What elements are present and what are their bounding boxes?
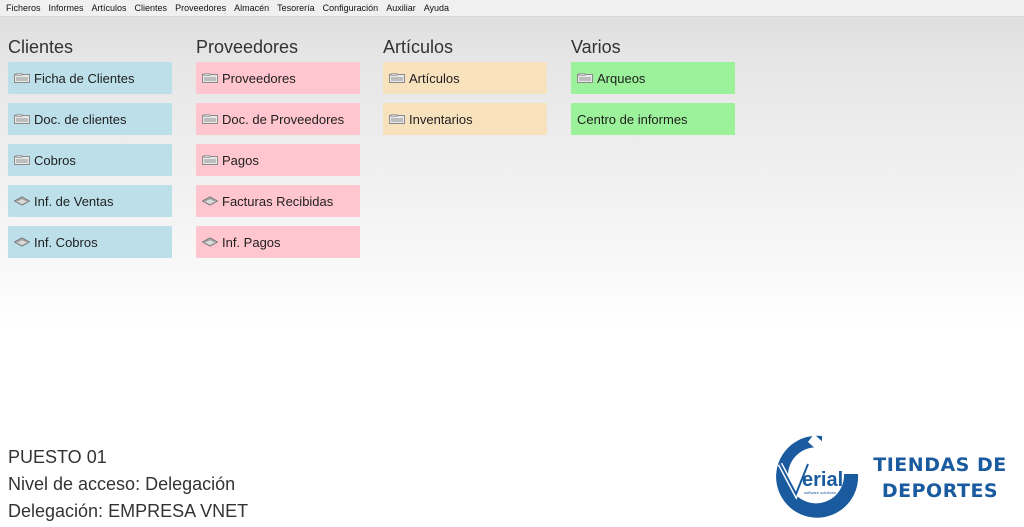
- tile-label: Inf. Pagos: [222, 234, 281, 250]
- session-info: PUESTO 01 Nivel de acceso: Delegación De…: [8, 444, 248, 525]
- nivel-acceso-label: Nivel de acceso: Delegación: [8, 474, 236, 494]
- folder-icon: [14, 155, 30, 165]
- report-icon: [14, 196, 30, 206]
- tile-inventarios[interactable]: Inventarios: [383, 103, 547, 135]
- folder-icon: [202, 155, 218, 165]
- report-icon: [202, 237, 218, 247]
- menu-bar: Ficheros Informes Artículos Clientes Pro…: [0, 0, 1024, 17]
- logo-tagline: software solutions: [804, 490, 836, 495]
- group-title-varios: Varios: [571, 37, 621, 57]
- tile-label: Inf. de Ventas: [34, 193, 114, 209]
- tile-label: Centro de informes: [577, 111, 688, 127]
- menu-articulos[interactable]: Artículos: [89, 0, 132, 17]
- tile-proveedores[interactable]: Proveedores: [196, 62, 360, 94]
- tile-articulos[interactable]: Artículos: [383, 62, 547, 94]
- folder-icon: [14, 114, 30, 124]
- puesto-label: PUESTO 01: [8, 447, 107, 467]
- tile-inf-pagos[interactable]: Inf. Pagos: [196, 226, 360, 258]
- group-title-clientes: Clientes: [8, 37, 74, 57]
- tile-doc-clientes[interactable]: Doc. de clientes: [8, 103, 172, 135]
- tile-doc-proveedores[interactable]: Doc. de Proveedores: [196, 103, 360, 135]
- verial-logo-graphic: erial software solutions: [776, 434, 859, 518]
- tile-label: Artículos: [409, 70, 460, 86]
- folder-icon: [14, 73, 30, 83]
- tile-label: Doc. de clientes: [34, 111, 127, 127]
- report-icon: [14, 237, 30, 247]
- group-varios: Varios Arqueos Centro de informes: [571, 35, 737, 144]
- folder-icon: [389, 73, 405, 83]
- menu-almacen[interactable]: Almacén: [231, 0, 274, 17]
- verial-logo: erial software solutions: [774, 434, 860, 520]
- tile-label: Inventarios: [409, 111, 473, 127]
- menu-tesoreria[interactable]: Tesorería: [274, 0, 320, 17]
- delegacion-label: Delegación: EMPRESA VNET: [8, 501, 249, 521]
- logo-text: erial: [802, 469, 843, 491]
- folder-icon: [202, 114, 218, 124]
- group-clientes: Clientes Ficha de Clientes Doc. de clien…: [8, 35, 174, 267]
- menu-auxiliar[interactable]: Auxiliar: [383, 0, 421, 17]
- folder-icon: [389, 114, 405, 124]
- tile-inf-cobros[interactable]: Inf. Cobros: [8, 226, 172, 258]
- menu-ficheros[interactable]: Ficheros: [3, 0, 46, 17]
- tile-centro-informes[interactable]: Centro de informes: [571, 103, 735, 135]
- menu-proveedores[interactable]: Proveedores: [172, 0, 231, 17]
- group-title-proveedores: Proveedores: [196, 37, 299, 57]
- brand-line-2: DEPORTES: [881, 480, 999, 502]
- tile-label: Arqueos: [597, 70, 646, 86]
- menu-ayuda[interactable]: Ayuda: [421, 0, 454, 17]
- tile-label: Pagos: [222, 152, 259, 168]
- menu-clientes[interactable]: Clientes: [132, 0, 173, 17]
- folder-icon: [577, 73, 593, 83]
- tile-cobros[interactable]: Cobros: [8, 144, 172, 176]
- report-icon: [202, 196, 218, 206]
- store-brand: TIENDAS DE DEPORTES: [866, 452, 1014, 504]
- tile-label: Ficha de Clientes: [34, 70, 135, 86]
- tile-label: Doc. de Proveedores: [222, 111, 345, 127]
- tile-arqueos[interactable]: Arqueos: [571, 62, 735, 94]
- tile-ficha-clientes[interactable]: Ficha de Clientes: [8, 62, 172, 94]
- tile-label: Cobros: [34, 152, 76, 168]
- tile-inf-ventas[interactable]: Inf. de Ventas: [8, 185, 172, 217]
- menu-informes[interactable]: Informes: [46, 0, 89, 17]
- tile-label: Facturas Recibidas: [222, 193, 334, 209]
- tile-pagos[interactable]: Pagos: [196, 144, 360, 176]
- brand-line-1: TIENDAS DE: [873, 454, 1007, 476]
- tile-label: Proveedores: [222, 70, 296, 86]
- group-articulos: Artículos Artículos Inventarios: [383, 35, 549, 144]
- folder-icon: [202, 73, 218, 83]
- tile-facturas-recibidas[interactable]: Facturas Recibidas: [196, 185, 360, 217]
- tile-label: Inf. Cobros: [34, 234, 98, 250]
- group-proveedores: Proveedores Proveedores Doc. de Proveedo…: [196, 35, 362, 267]
- menu-configuracion[interactable]: Configuración: [320, 0, 384, 17]
- group-title-articulos: Artículos: [383, 37, 454, 57]
